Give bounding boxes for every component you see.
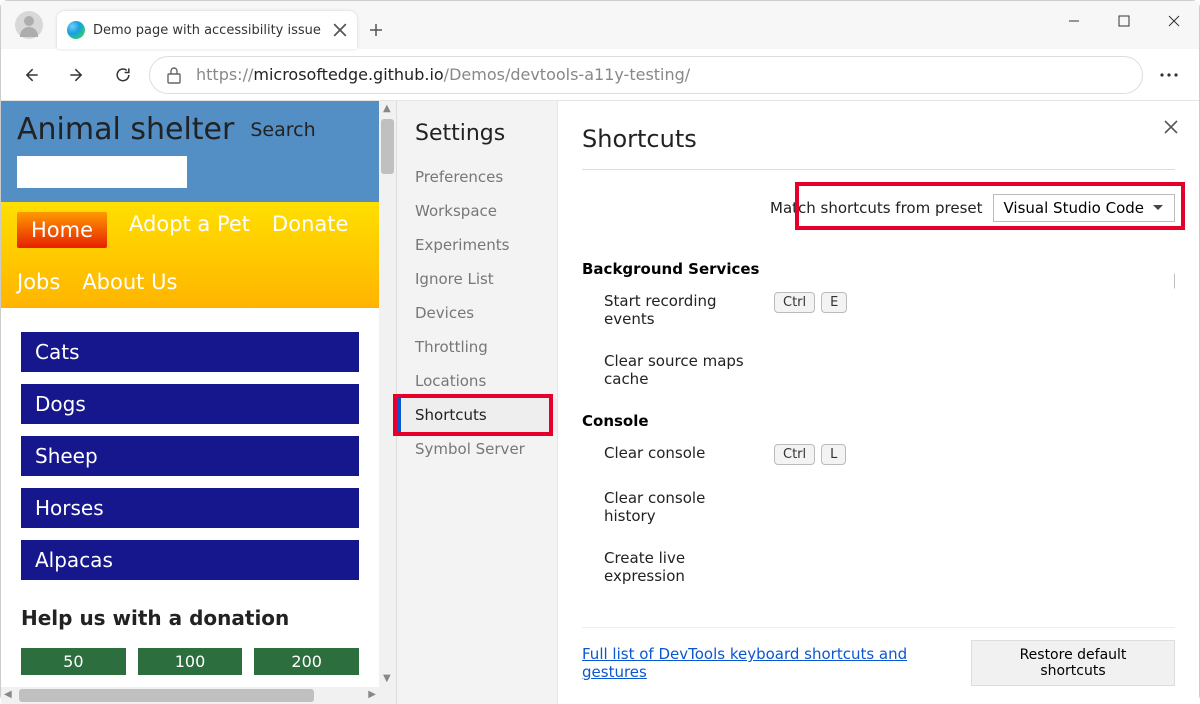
settings-sidebar: Settings Preferences Workspace Experimen… — [397, 101, 557, 704]
key: L — [821, 444, 846, 465]
main-nav: Home Adopt a Pet Donate Jobs About Us — [1, 202, 379, 308]
more-menu-button[interactable] — [1149, 55, 1189, 95]
sidebar-item-preferences[interactable]: Preferences — [397, 160, 557, 194]
sidebar-item-throttling[interactable]: Throttling — [397, 330, 557, 364]
tab-title: Demo page with accessibility issue — [93, 23, 325, 38]
shortcut-row: Clear console Ctrl L — [604, 444, 1175, 465]
shortcut-row: Clear source maps cache — [604, 352, 1175, 388]
shortcut-row: Create live expression — [604, 549, 1175, 585]
profile-avatar[interactable] — [15, 11, 43, 39]
nav-adopt[interactable]: Adopt a Pet — [129, 212, 250, 248]
preset-row: Match shortcuts from preset Visual Studi… — [582, 194, 1175, 222]
page-title: Animal shelter — [17, 113, 234, 148]
maximize-button[interactable] — [1099, 1, 1149, 41]
browser-tab[interactable]: Demo page with accessibility issue — [57, 11, 357, 49]
browser-toolbar: https://microsoftedge.github.io/Demos/de… — [1, 49, 1199, 101]
forward-button[interactable] — [57, 55, 97, 95]
sidebar-item-workspace[interactable]: Workspace — [397, 194, 557, 228]
page-horizontal-scrollbar[interactable]: ◀▶ — [1, 687, 379, 704]
section-title: Console — [582, 412, 1175, 430]
page-vertical-scrollbar[interactable]: ▲▼ — [379, 101, 396, 704]
nav-home[interactable]: Home — [17, 212, 107, 248]
shortcuts-scrollbar[interactable]: ▲▼ — [1170, 252, 1175, 627]
shortcut-label: Clear source maps cache — [604, 352, 754, 388]
donate-200[interactable]: 200 — [254, 648, 359, 675]
shortcut-label: Start recording events — [604, 292, 754, 328]
full-list-link[interactable]: Full list of DevTools keyboard shortcuts… — [582, 645, 971, 681]
list-item[interactable]: Alpacas — [21, 540, 359, 580]
preset-value: Visual Studio Code — [1004, 199, 1145, 217]
content-area: Animal shelter Search Home Adopt a Pet D… — [1, 101, 1199, 704]
shortcuts-body: Background Services Start recording even… — [582, 252, 1175, 627]
window-controls — [1049, 1, 1199, 41]
sidebar-item-devices[interactable]: Devices — [397, 296, 557, 330]
list-item[interactable]: Horses — [21, 488, 359, 528]
close-settings-icon[interactable] — [1163, 119, 1179, 135]
donate-100[interactable]: 100 — [138, 648, 243, 675]
list-item[interactable]: Sheep — [21, 436, 359, 476]
nav-donate[interactable]: Donate — [272, 212, 348, 248]
shortcut-label: Clear console — [604, 444, 754, 462]
donate-50[interactable]: 50 — [21, 648, 126, 675]
sidebar-item-symbol-server[interactable]: Symbol Server — [397, 432, 557, 466]
settings-title: Settings — [397, 121, 557, 160]
shortcut-label: Create live expression — [604, 549, 754, 585]
search-input[interactable] — [17, 156, 187, 188]
donation-heading: Help us with a donation — [21, 606, 359, 630]
new-tab-button[interactable] — [357, 11, 395, 49]
back-button[interactable] — [11, 55, 51, 95]
sidebar-item-experiments[interactable]: Experiments — [397, 228, 557, 262]
search-label: Search — [250, 119, 315, 141]
browser-titlebar: Demo page with accessibility issue — [1, 1, 1199, 49]
restore-defaults-button[interactable]: Restore default shortcuts — [971, 640, 1175, 686]
section-title: Background Services — [582, 260, 1175, 278]
minimize-button[interactable] — [1049, 1, 1099, 41]
page-viewport: Animal shelter Search Home Adopt a Pet D… — [1, 101, 396, 704]
shortcut-label: Clear console history — [604, 489, 754, 525]
preset-label: Match shortcuts from preset — [770, 199, 983, 217]
close-window-button[interactable] — [1149, 1, 1199, 41]
devtools-panel: Settings Preferences Workspace Experimen… — [396, 101, 1199, 704]
key: Ctrl — [774, 292, 815, 313]
settings-footer: Full list of DevTools keyboard shortcuts… — [582, 627, 1175, 704]
list-item[interactable]: Cats — [21, 332, 359, 372]
shortcut-row: Start recording events Ctrl E — [604, 292, 1175, 328]
category-list: Cats Dogs Sheep Horses Alpacas — [1, 308, 379, 588]
nav-about[interactable]: About Us — [82, 270, 177, 294]
key: E — [821, 292, 847, 313]
sidebar-item-locations[interactable]: Locations — [397, 364, 557, 398]
refresh-button[interactable] — [103, 55, 143, 95]
page-header: Animal shelter Search — [1, 101, 379, 202]
list-item[interactable]: Dogs — [21, 384, 359, 424]
edge-favicon — [67, 21, 85, 39]
key: Ctrl — [774, 444, 815, 465]
url-text: https://microsoftedge.github.io/Demos/de… — [196, 65, 690, 84]
shortcuts-heading: Shortcuts — [582, 125, 1175, 170]
nav-jobs[interactable]: Jobs — [17, 270, 60, 294]
sidebar-item-ignore-list[interactable]: Ignore List — [397, 262, 557, 296]
settings-main: Shortcuts Match shortcuts from preset Vi… — [557, 101, 1199, 704]
address-bar[interactable]: https://microsoftedge.github.io/Demos/de… — [149, 56, 1143, 94]
chevron-down-icon — [1152, 204, 1164, 212]
sidebar-item-shortcuts[interactable]: Shortcuts — [397, 398, 557, 432]
lock-icon — [166, 66, 182, 84]
close-tab-icon[interactable] — [333, 23, 347, 37]
shortcut-row: Clear console history — [604, 489, 1175, 525]
preset-select[interactable]: Visual Studio Code — [993, 194, 1176, 222]
